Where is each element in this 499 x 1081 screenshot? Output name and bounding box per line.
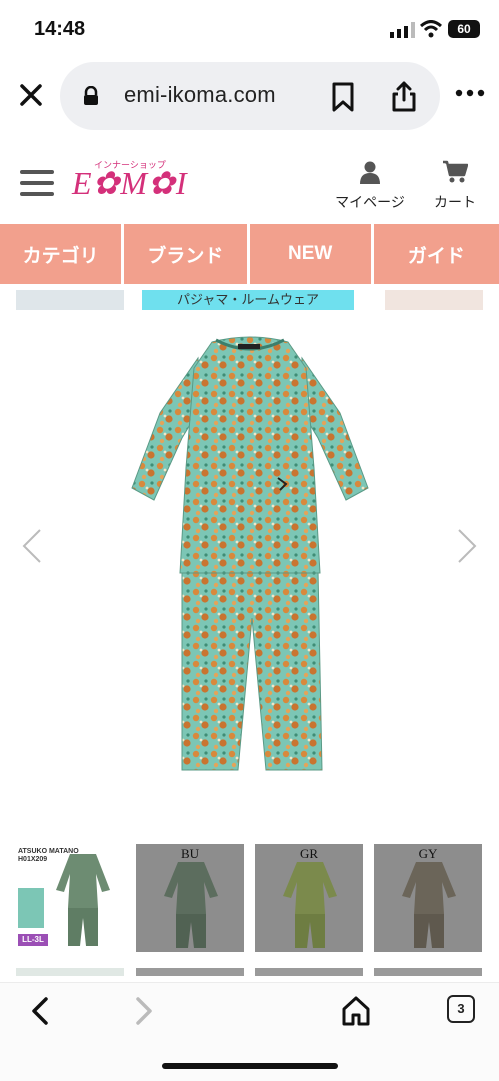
wifi-icon [420, 20, 442, 38]
logo-text: E✿M✿I [72, 165, 188, 201]
cart-icon [443, 160, 468, 183]
thumbnail-main[interactable]: ATSUKO MATANO H01X209 LL-3L [16, 844, 124, 952]
nav-item-new[interactable]: NEW [249, 224, 371, 284]
cart-label: カート [434, 194, 476, 210]
thumbnail-row2[interactable] [374, 968, 482, 976]
address-bar[interactable]: emi-ikoma.com [60, 62, 440, 130]
thumbnail-row2[interactable] [255, 968, 363, 976]
tab-count-button[interactable]: 3 [447, 995, 475, 1023]
size-badge: LL-3L [18, 934, 48, 946]
thumbnail-row2[interactable] [16, 968, 124, 976]
cellular-signal-icon [390, 22, 415, 38]
mypage-button[interactable]: マイページ [330, 160, 410, 212]
thumbnail-gr[interactable]: GR [255, 844, 363, 952]
browser-toolbar: emi-ikoma.com [0, 60, 499, 136]
close-icon[interactable] [16, 80, 46, 110]
category-tag: パジャマ・ルームウェア [142, 290, 354, 310]
browser-bottom-bar: 3 [0, 982, 499, 1081]
url-text[interactable]: emi-ikoma.com [124, 82, 276, 108]
status-bar: 14:48 60 [0, 0, 499, 60]
home-icon[interactable] [338, 993, 374, 1029]
thumbnail-bu-image [164, 862, 218, 948]
thumbnail-pajama-image [56, 854, 110, 946]
user-icon [360, 161, 380, 184]
prev-slide-preview[interactable] [16, 290, 124, 310]
home-indicator [162, 1063, 338, 1069]
battery-icon: 60 [448, 20, 480, 38]
back-icon[interactable] [22, 993, 58, 1029]
nav-item-category[interactable]: カテゴリ [0, 224, 122, 284]
bookmark-icon[interactable] [330, 82, 356, 112]
thumbnail-bu[interactable]: BU [136, 844, 244, 952]
chevron-right-icon[interactable] [455, 528, 479, 564]
lock-icon [84, 86, 98, 105]
hamburger-menu-icon[interactable] [20, 170, 54, 200]
nav-item-guide[interactable]: ガイド [373, 224, 499, 284]
chevron-left-icon[interactable] [20, 528, 44, 564]
thumbnail-row2[interactable] [136, 968, 244, 976]
more-options-icon[interactable] [455, 88, 485, 98]
cart-button[interactable]: カート [415, 160, 495, 212]
site-header: インナーショップ E✿M✿I マイページ カート [0, 150, 499, 222]
thumbnail-gy-image [402, 862, 456, 948]
thumbnail-gr-image [283, 862, 337, 948]
status-time: 14:48 [34, 18, 86, 40]
next-slide-preview[interactable] [385, 290, 483, 310]
thumbnail-gallery: ATSUKO MATANO H01X209 LL-3L BU GR GY [0, 842, 499, 982]
nav-item-brand[interactable]: ブランド [124, 224, 247, 284]
share-icon[interactable] [390, 80, 418, 112]
thumbnail-gy[interactable]: GY [374, 844, 482, 952]
mypage-label: マイページ [335, 194, 405, 210]
main-nav: カテゴリ ブランド NEW ガイド [0, 224, 499, 284]
site-logo[interactable]: インナーショップ E✿M✿I [72, 158, 186, 202]
product-image-pajama [131, 336, 369, 771]
product-carousel[interactable]: パジャマ・ルームウェア [0, 288, 499, 808]
forward-icon[interactable] [126, 993, 162, 1029]
thumbnail-product-code: H01X209 [18, 856, 48, 863]
